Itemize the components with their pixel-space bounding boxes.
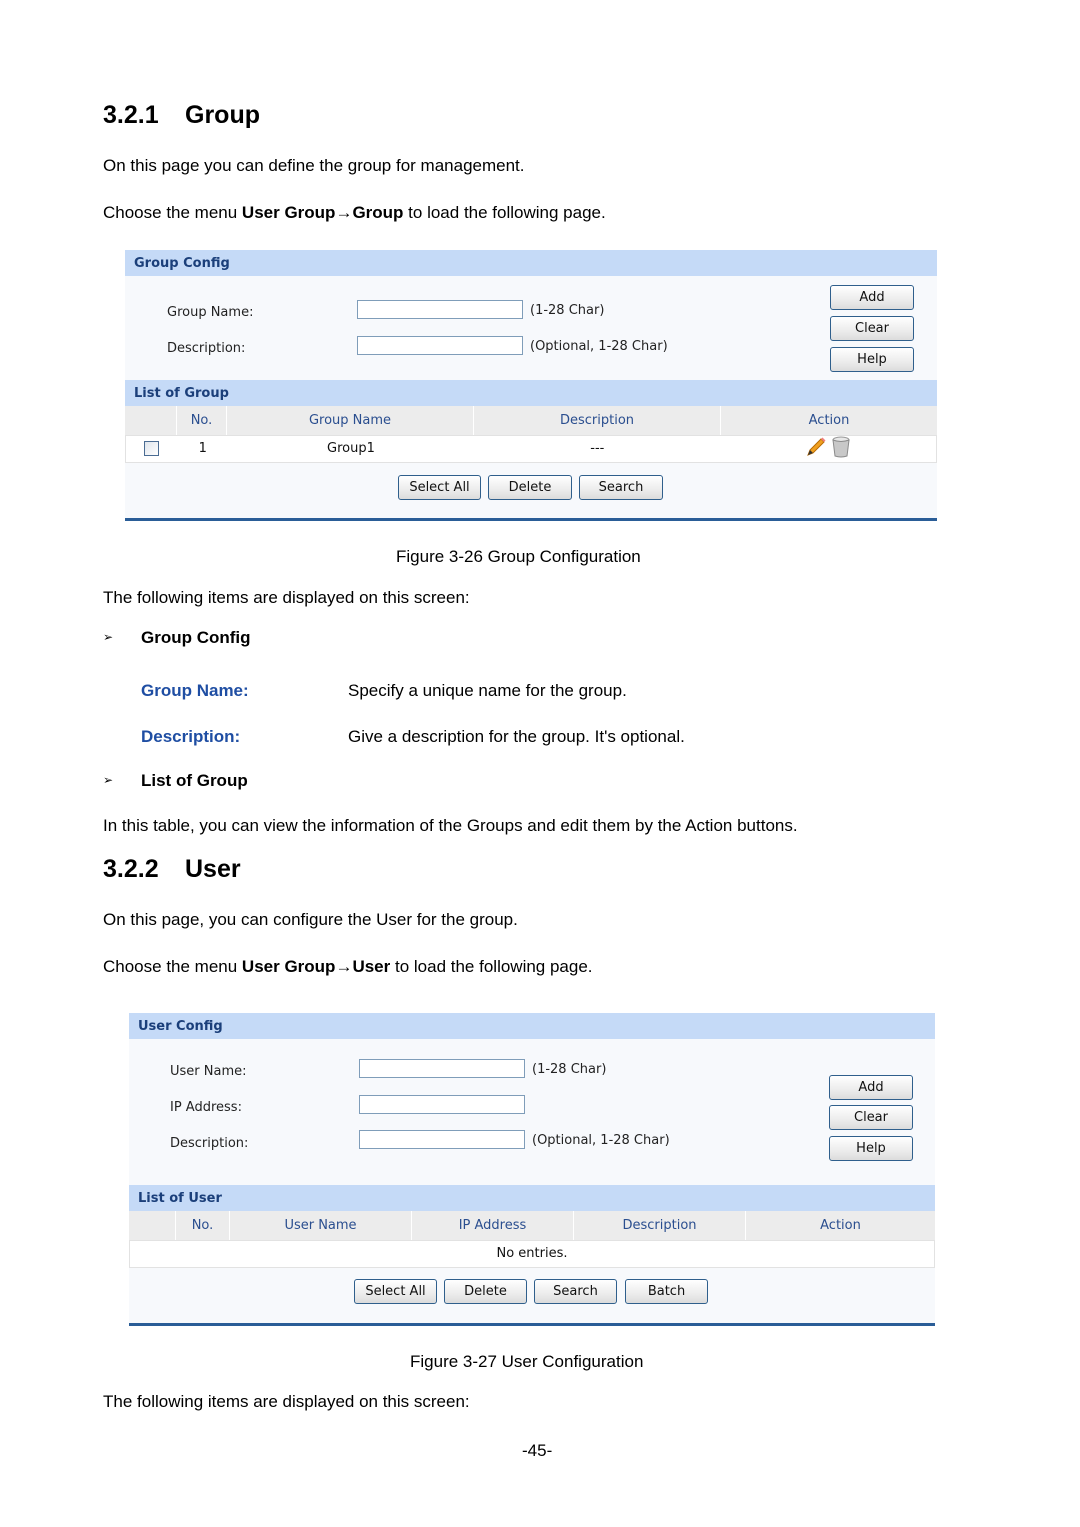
table-row: 1 Group1 --- — [125, 435, 937, 463]
section-number: 3.2.1 — [103, 101, 159, 129]
col-description: Description — [574, 1211, 746, 1240]
help-button[interactable]: Help — [830, 347, 914, 372]
col-no: No. — [177, 406, 227, 435]
items-intro-1: The following items are displayed on thi… — [103, 588, 470, 607]
add-button[interactable]: Add — [830, 285, 914, 310]
group-description-label: Description: — [167, 341, 246, 356]
no-entries-text: No entries. — [496, 1246, 568, 1261]
user-table-header: No. User Name IP Address Description Act… — [129, 1211, 935, 1240]
section-heading-group: 3.2.1 Group — [103, 101, 260, 130]
ip-address-label: IP Address: — [170, 1100, 242, 1115]
batch-button[interactable]: Batch — [625, 1279, 708, 1304]
row-select-cell — [126, 436, 178, 462]
term-group-name-desc: Specify a unique name for the group. — [348, 681, 627, 700]
section-number: 3.2.2 — [103, 855, 159, 883]
row-actions — [721, 436, 936, 462]
section-title: User — [185, 855, 241, 883]
menu-suffix: to load the following page. — [403, 203, 606, 222]
user-intro: On this page, you can configure the User… — [103, 910, 518, 929]
select-all-button[interactable]: Select All — [354, 1279, 437, 1304]
user-name-hint: (1-28 Char) — [532, 1062, 607, 1077]
col-select — [125, 406, 177, 435]
menu-path-2: Group — [352, 203, 404, 222]
row-no: 1 — [198, 441, 207, 456]
user-config-screenshot: User Config User Name: (1-28 Char) IP Ad… — [129, 1013, 935, 1327]
user-description-hint: (Optional, 1-28 Char) — [532, 1133, 670, 1148]
bullet-list-of-group: ➢ List of Group — [103, 771, 248, 791]
menu-prefix: Choose the menu — [103, 957, 242, 976]
add-button[interactable]: Add — [829, 1075, 913, 1100]
panel-bottom-rule — [125, 518, 937, 521]
term-description: Description: — [141, 727, 241, 746]
user-config-form: User Name: (1-28 Char) IP Address: Descr… — [129, 1039, 935, 1185]
menu-suffix: to load the following page. — [390, 957, 593, 976]
col-ip-address: IP Address — [412, 1211, 574, 1240]
group-config-header: Group Config — [125, 250, 937, 276]
col-group-name: Group Name — [227, 406, 474, 435]
group-list-buttons: Select All Delete Search — [125, 463, 937, 519]
col-action: Action — [820, 1218, 861, 1233]
col-no: No. — [176, 1211, 230, 1240]
group-intro: On this page you can define the group fo… — [103, 156, 525, 175]
bullet-arrow-icon: ➢ — [103, 630, 114, 644]
term-description-desc: Give a description for the group. It's o… — [348, 727, 685, 746]
delete-button[interactable]: Delete — [488, 475, 572, 500]
menu-path-1: User Group — [241, 957, 336, 976]
menu-path-1: User Group — [241, 203, 336, 222]
user-name-label: User Name: — [170, 1064, 247, 1079]
search-button[interactable]: Search — [579, 475, 663, 500]
group-config-screenshot: Group Config Group Name: (1-28 Char) Des… — [125, 250, 937, 522]
select-all-button[interactable]: Select All — [398, 475, 481, 500]
menu-path-2: User — [352, 957, 391, 976]
row-group-name: Group1 — [327, 441, 375, 456]
bullet-label: Group Config — [141, 628, 251, 647]
section-heading-user: 3.2.2 User — [103, 855, 241, 884]
group-config-form: Group Name: (1-28 Char) Description: (Op… — [125, 276, 937, 380]
group-table-header: No. Group Name Description Action — [125, 406, 937, 435]
user-description-label: Description: — [170, 1136, 249, 1151]
term-group-name: Group Name: — [141, 681, 249, 700]
menu-prefix: Choose the menu — [103, 203, 242, 222]
section-title: Group — [185, 101, 260, 129]
row-description: --- — [590, 441, 605, 456]
list-of-group-text: In this table, you can view the informat… — [103, 816, 798, 835]
clear-button[interactable]: Clear — [829, 1105, 913, 1130]
items-intro-2: The following items are displayed on thi… — [103, 1392, 470, 1411]
group-name-hint: (1-28 Char) — [530, 303, 605, 318]
list-of-group-header: List of Group — [125, 380, 937, 406]
user-list-buttons: Select All Delete Search Batch — [129, 1268, 935, 1324]
col-user-name: User Name — [230, 1211, 412, 1240]
ip-address-input[interactable] — [359, 1095, 525, 1114]
user-name-input[interactable] — [359, 1059, 525, 1078]
figure-27-caption: Figure 3-27 User Configuration — [410, 1352, 644, 1371]
figure-26-caption: Figure 3-26 Group Configuration — [396, 547, 641, 566]
page-number: -45- — [522, 1441, 553, 1460]
user-config-header: User Config — [129, 1013, 935, 1039]
user-description-input[interactable] — [359, 1130, 525, 1149]
col-select — [129, 1211, 176, 1240]
delete-button[interactable]: Delete — [444, 1279, 527, 1304]
panel-bottom-rule — [129, 1323, 935, 1326]
col-action: Action — [808, 413, 850, 428]
bullet-group-config: ➢ Group Config — [103, 628, 251, 648]
list-of-user-header: List of User — [129, 1185, 935, 1211]
user-menu-instruction: Choose the menu User Group→User to load … — [103, 957, 593, 977]
menu-arrow: → — [335, 203, 353, 222]
clear-button[interactable]: Clear — [830, 316, 914, 341]
bullet-arrow-icon: ➢ — [103, 773, 114, 787]
menu-arrow: → — [335, 957, 353, 976]
group-name-label: Group Name: — [167, 305, 254, 320]
search-button[interactable]: Search — [534, 1279, 617, 1304]
row-checkbox[interactable] — [144, 441, 160, 456]
group-name-input[interactable] — [357, 300, 523, 319]
group-description-hint: (Optional, 1-28 Char) — [530, 339, 668, 354]
group-menu-instruction: Choose the menu User Group→Group to load… — [103, 203, 606, 223]
col-description: Description — [474, 406, 721, 435]
empty-row: No entries. — [129, 1240, 935, 1268]
bullet-label: List of Group — [141, 771, 248, 790]
help-button[interactable]: Help — [829, 1136, 913, 1161]
group-description-input[interactable] — [357, 336, 523, 355]
